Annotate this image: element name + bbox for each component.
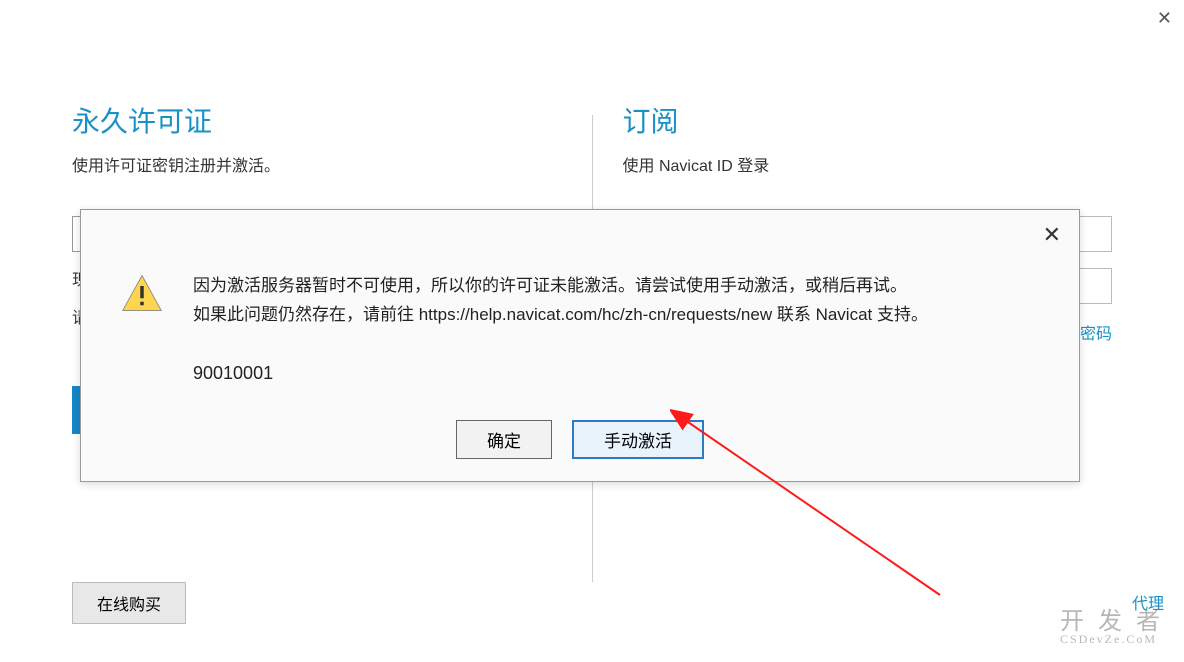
modal-body: 因为激活服务器暂时不可使用，所以你的许可证未能激活。请尝试使用手动激活，或稍后再… [81, 210, 1079, 408]
perpetual-title: 永久许可证 [72, 100, 562, 140]
modal-button-row: 确定 手动激活 [81, 408, 1079, 481]
subscription-title: 订阅 [623, 100, 1113, 140]
warning-icon [121, 272, 163, 314]
ok-button[interactable]: 确定 [456, 420, 552, 459]
modal-error-code: 90010001 [193, 358, 1039, 389]
watermark-sub: CSDevZe.CoM [1060, 632, 1164, 647]
subscription-subtitle: 使用 Navicat ID 登录 [623, 152, 1113, 176]
modal-message: 因为激活服务器暂时不可使用，所以你的许可证未能激活。请尝试使用手动激活，或稍后再… [193, 272, 1039, 388]
manual-activate-button[interactable]: 手动激活 [572, 420, 704, 459]
perpetual-subtitle: 使用许可证密钥注册并激活。 [72, 152, 562, 176]
forgot-password-link[interactable]: 密码 [1080, 320, 1112, 344]
watermark-logo: 开 发 者 CSDevZe.CoM [1060, 601, 1164, 647]
buy-online-button[interactable]: 在线购买 [72, 582, 186, 624]
modal-line-2: 如果此问题仍然存在，请前往 https://help.navicat.com/h… [193, 301, 1039, 330]
activation-error-dialog: ✕ 因为激活服务器暂时不可使用，所以你的许可证未能激活。请尝试使用手动激活，或稍… [80, 209, 1080, 482]
modal-close-button[interactable]: ✕ [1043, 222, 1061, 248]
modal-line-1: 因为激活服务器暂时不可使用，所以你的许可证未能激活。请尝试使用手动激活，或稍后再… [193, 272, 1039, 301]
close-icon: ✕ [1043, 222, 1061, 247]
main-window: ✕ 永久许可证 使用许可证密钥注册并激活。 现在 请在 订阅 使用 Navica… [0, 0, 1184, 662]
